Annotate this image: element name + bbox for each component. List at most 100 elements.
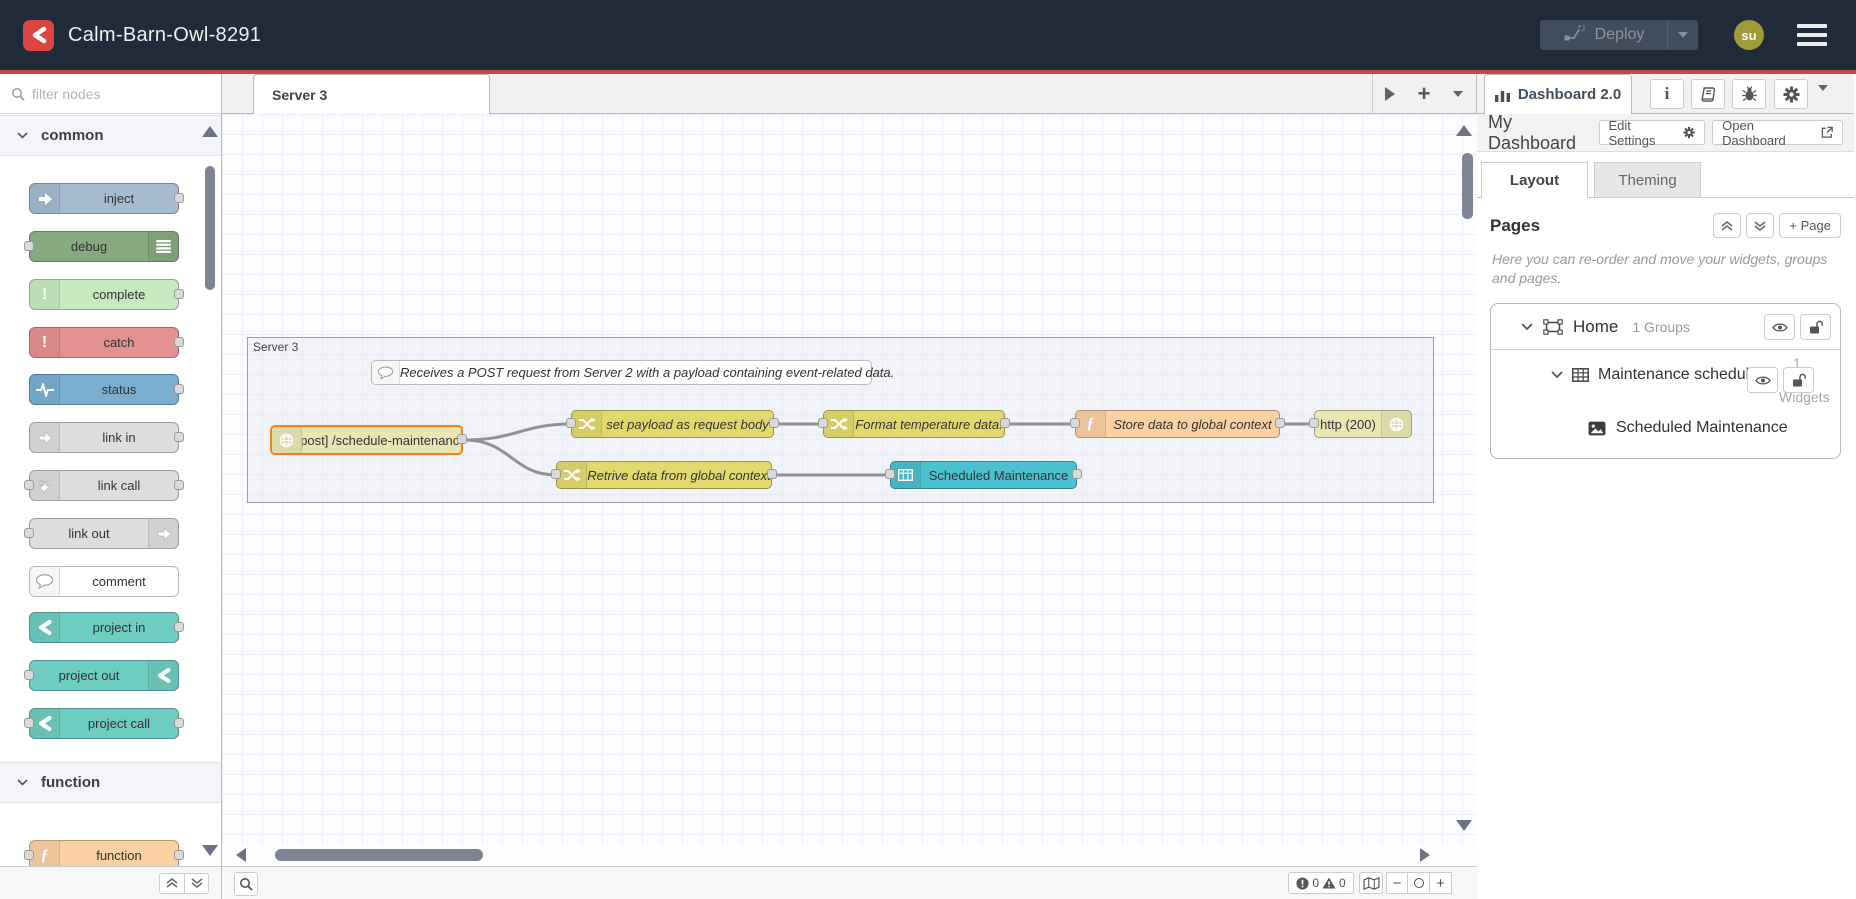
sidebar-menu-button[interactable] xyxy=(1818,85,1828,109)
input-port[interactable] xyxy=(24,717,34,728)
palette-node-catch[interactable]: ! catch xyxy=(29,327,184,358)
palette-expand-all-button[interactable] xyxy=(184,872,209,894)
move-down-button[interactable] xyxy=(1746,213,1775,238)
tree-row-page-home[interactable]: Home 1 Groups xyxy=(1491,304,1840,350)
palette-node-comment[interactable]: comment xyxy=(29,566,179,597)
output-port[interactable] xyxy=(174,288,184,299)
add-page-button[interactable]: + Page xyxy=(1779,213,1841,238)
palette-node-status[interactable]: status xyxy=(29,374,184,405)
output-port[interactable] xyxy=(174,336,184,347)
visibility-toggle-button[interactable] xyxy=(1747,367,1778,393)
input-port[interactable] xyxy=(566,418,576,428)
output-port[interactable] xyxy=(1275,418,1285,428)
input-port[interactable] xyxy=(24,527,34,538)
info-tab-button[interactable]: i xyxy=(1650,79,1684,109)
canvas-scroll-right-icon[interactable] xyxy=(1420,848,1430,862)
canvas-scroll-down-icon[interactable] xyxy=(1456,820,1472,831)
tree-row-group-maintenance[interactable]: Maintenance schedul... 1 Widgets xyxy=(1491,350,1840,407)
palette-node-link-call[interactable]: link call xyxy=(24,470,184,501)
debug-tab-button[interactable] xyxy=(1732,79,1766,109)
lock-toggle-button[interactable] xyxy=(1783,367,1814,393)
main-menu-button[interactable] xyxy=(1797,24,1827,46)
flow-canvas[interactable]: Server 3 Receives a POST request from Se… xyxy=(222,114,1477,845)
output-port[interactable] xyxy=(767,469,777,479)
flow-node-http-response[interactable]: http (200) xyxy=(1309,410,1412,438)
tab-theming[interactable]: Theming xyxy=(1594,162,1701,198)
palette-scrollbar-thumb[interactable] xyxy=(205,166,215,290)
palette-category-function[interactable]: function xyxy=(0,762,221,803)
palette-node-debug[interactable]: debug xyxy=(24,231,179,262)
scroll-tabs-right-button[interactable] xyxy=(1373,74,1407,113)
palette-node-project-call[interactable]: project call xyxy=(24,708,184,739)
input-port[interactable] xyxy=(1070,418,1080,428)
output-port[interactable] xyxy=(769,418,779,428)
palette-node-complete[interactable]: ! complete xyxy=(29,279,184,310)
canvas-search-button[interactable] xyxy=(234,872,258,896)
palette-node-project-in[interactable]: project in xyxy=(29,612,184,643)
add-flow-button[interactable]: + xyxy=(1407,74,1441,113)
deploy-button-main[interactable]: Deploy xyxy=(1540,20,1667,50)
flow-node-set-payload[interactable]: set payload as request body xyxy=(566,410,779,438)
palette-collapse-all-button[interactable] xyxy=(159,872,184,894)
output-port[interactable] xyxy=(174,849,184,860)
user-avatar[interactable]: su xyxy=(1734,20,1764,50)
open-dashboard-button[interactable]: Open Dashboard xyxy=(1712,118,1843,148)
help-tab-button[interactable] xyxy=(1691,79,1725,109)
palette-category-common[interactable]: common xyxy=(0,115,221,156)
flow-node-format-temperature[interactable]: Format temperature data. xyxy=(818,410,1010,438)
canvas-vscrollbar-thumb[interactable] xyxy=(1462,153,1473,219)
tree-row-widget-scheduled[interactable]: Scheduled Maintenance xyxy=(1491,407,1840,459)
edit-settings-button[interactable]: Edit Settings xyxy=(1598,118,1706,148)
visibility-toggle-button[interactable] xyxy=(1764,314,1795,340)
chevron-down-icon[interactable] xyxy=(1551,371,1563,379)
navigator-button[interactable] xyxy=(1359,872,1383,894)
input-port[interactable] xyxy=(24,479,34,490)
canvas-hscrollbar-thumb[interactable] xyxy=(275,849,483,861)
chevron-down-icon[interactable] xyxy=(1521,322,1533,331)
flow-node-ui-table[interactable]: Scheduled Maintenance xyxy=(885,461,1082,489)
output-port[interactable] xyxy=(1000,418,1010,428)
config-tab-button[interactable] xyxy=(1774,79,1808,109)
input-port[interactable] xyxy=(24,669,34,680)
output-port[interactable] xyxy=(174,383,184,394)
output-port[interactable] xyxy=(174,479,184,490)
output-port[interactable] xyxy=(174,717,184,728)
input-port[interactable] xyxy=(24,849,34,860)
palette-scroll-down-icon[interactable] xyxy=(202,845,218,856)
flow-node-http-in[interactable]: [post] /schedule-maintenance xyxy=(270,425,467,455)
input-port[interactable] xyxy=(818,418,828,428)
palette-node-inject[interactable]: inject xyxy=(29,183,184,214)
palette-node-project-out[interactable]: project out xyxy=(24,660,179,691)
palette-scroll-up-icon[interactable] xyxy=(202,126,218,137)
move-up-button[interactable] xyxy=(1713,213,1742,238)
input-port[interactable] xyxy=(885,469,895,479)
output-port[interactable] xyxy=(174,621,184,632)
palette-node-link-in[interactable]: link in xyxy=(29,422,184,453)
output-port[interactable] xyxy=(174,192,184,203)
input-port[interactable] xyxy=(1309,418,1319,428)
canvas-scroll-left-icon[interactable] xyxy=(236,848,246,862)
flow-status-counts[interactable]: 0 0 xyxy=(1288,872,1354,894)
tab-server-3[interactable]: Server 3 xyxy=(253,74,490,114)
output-port[interactable] xyxy=(457,434,467,444)
zoom-reset-button[interactable] xyxy=(1408,872,1430,894)
zoom-in-button[interactable]: + xyxy=(1430,872,1452,894)
palette-node-function[interactable]: ƒ function xyxy=(24,840,184,866)
output-port[interactable] xyxy=(1072,469,1082,479)
canvas-scroll-up-icon[interactable] xyxy=(1456,125,1472,136)
input-port[interactable] xyxy=(24,240,34,251)
flow-node-retrieve-global[interactable]: Retrive data from global context xyxy=(551,461,777,489)
deploy-button[interactable]: Deploy xyxy=(1540,20,1698,50)
tab-dashboard-2[interactable]: Dashboard 2.0 xyxy=(1484,74,1632,114)
output-port[interactable] xyxy=(174,431,184,442)
zoom-out-button[interactable]: − xyxy=(1386,872,1408,894)
deploy-options-button[interactable] xyxy=(1668,20,1698,50)
lock-toggle-button[interactable] xyxy=(1800,314,1831,340)
tab-layout[interactable]: Layout xyxy=(1481,162,1588,198)
input-port[interactable] xyxy=(551,469,561,479)
palette-node-link-out[interactable]: link out xyxy=(24,518,179,549)
flow-node-store-global[interactable]: ƒ Store data to global context xyxy=(1070,410,1285,438)
comment-node[interactable]: Receives a POST request from Server 2 wi… xyxy=(371,360,894,385)
flow-list-button[interactable] xyxy=(1441,74,1475,113)
palette-filter-input[interactable]: filter nodes xyxy=(0,74,221,114)
